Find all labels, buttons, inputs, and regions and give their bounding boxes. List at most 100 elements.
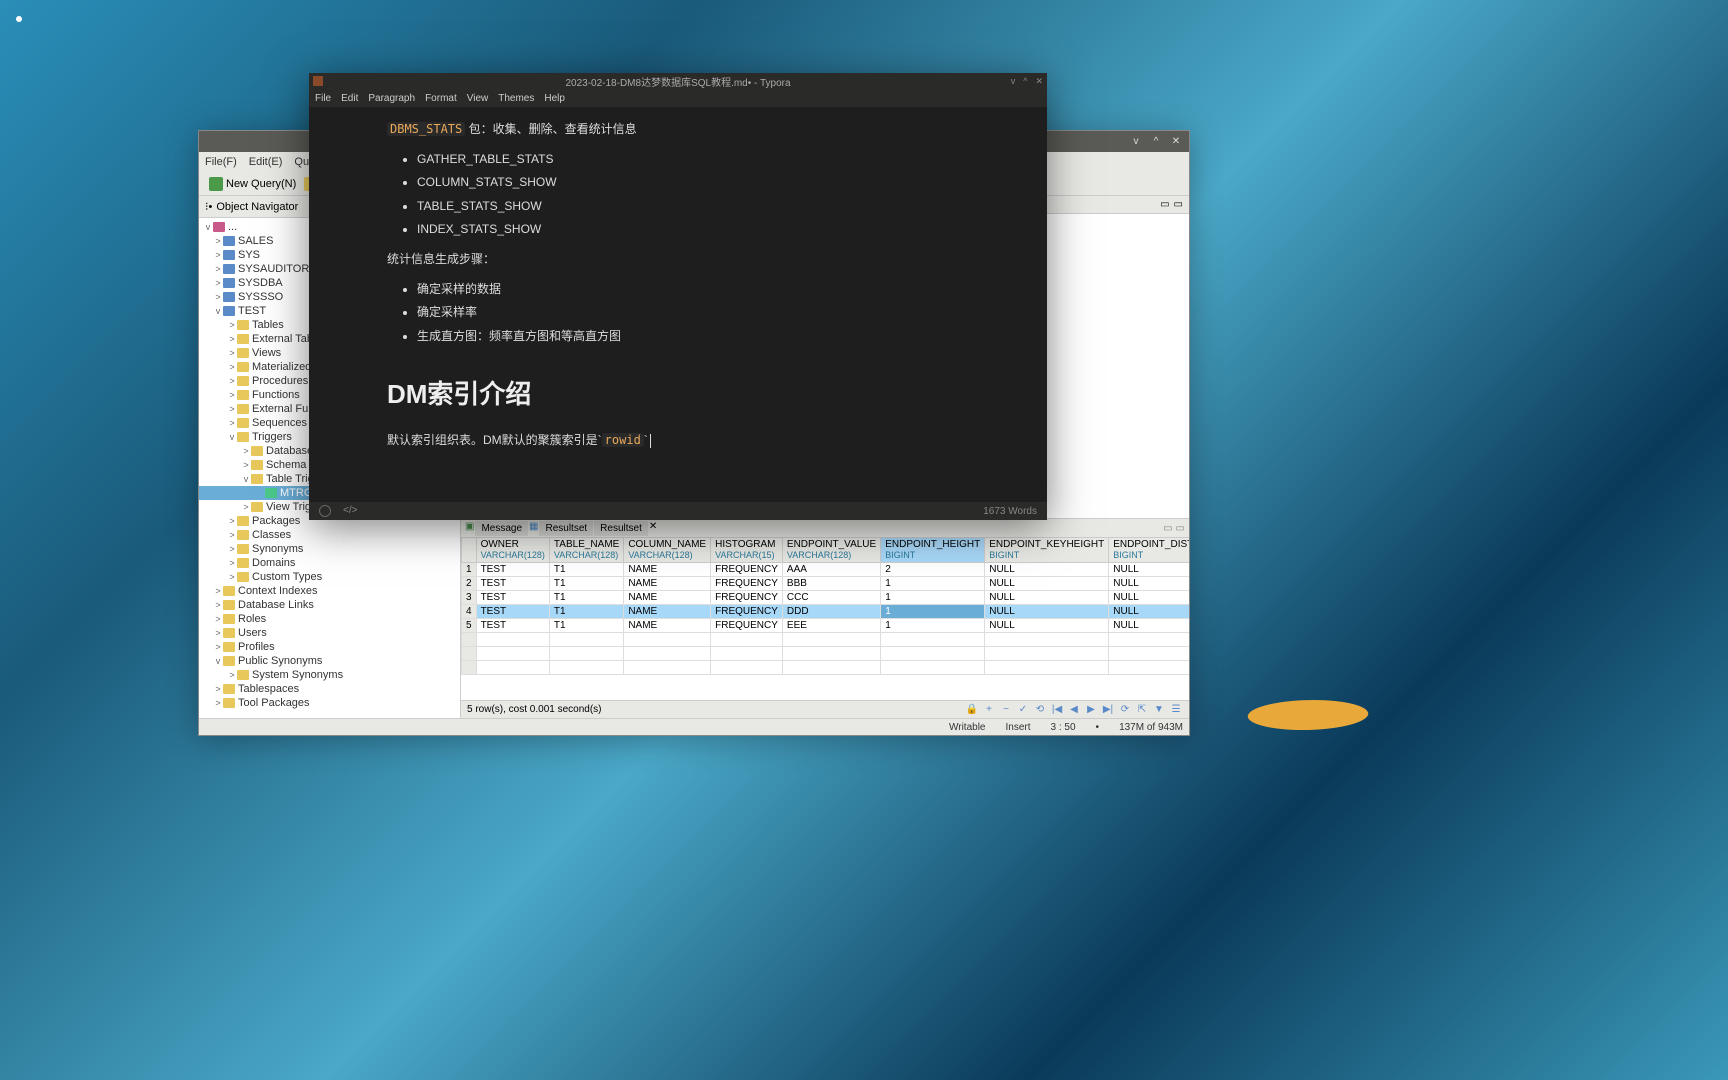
- body-p2: 统计信息生成步骤：: [387, 249, 969, 271]
- list-item: COLUMN_STATS_SHOW: [417, 172, 969, 194]
- tree-item[interactable]: vPublic Synonyms: [199, 654, 460, 668]
- source-mode-icon[interactable]: </>: [343, 505, 357, 517]
- table-row[interactable]: 2TESTT1NAMEFREQUENCYBBB1NULLNULL: [462, 577, 1190, 591]
- results-panel: ▣ Message ▦ Resultset Resultset ✕ ▭ ▭ OW…: [461, 518, 1189, 718]
- results-footer: 5 row(s), cost 0.001 second(s) 🔒 + − ✓ ⟲…: [461, 700, 1189, 718]
- list-item: 确定采样率: [417, 302, 969, 324]
- table-row[interactable]: 4TESTT1NAMEFREQUENCYDDD1NULLNULL: [462, 605, 1190, 619]
- menu-paragraph[interactable]: Paragraph: [368, 93, 415, 104]
- word-count[interactable]: 1673 Words: [983, 506, 1037, 517]
- tree-item[interactable]: >Roles: [199, 612, 460, 626]
- typora-window: 2023-02-18-DM8达梦数据库SQL教程.md• - Typora v …: [309, 73, 1047, 520]
- last-icon[interactable]: ▶|: [1101, 703, 1115, 717]
- editor-area[interactable]: DBMS_STATS 包：收集、删除、查看统计信息 GATHER_TABLE_S…: [309, 107, 1047, 502]
- panel-minimize-icon[interactable]: ▭: [1163, 523, 1172, 534]
- body-line-1: DBMS_STATS 包：收集、删除、查看统计信息: [387, 119, 969, 141]
- status-dot: •: [1096, 722, 1100, 733]
- tab-resultset-2[interactable]: Resultset: [594, 521, 648, 536]
- menu-edit[interactable]: Edit: [341, 93, 358, 104]
- settings-icon[interactable]: ☰: [1169, 703, 1183, 717]
- tree-item[interactable]: >Classes: [199, 528, 460, 542]
- restore-icon[interactable]: ▭: [1160, 199, 1169, 210]
- list-item: INDEX_STATS_SHOW: [417, 219, 969, 241]
- commit-icon[interactable]: ✓: [1016, 703, 1030, 717]
- lock-icon[interactable]: 🔒: [965, 703, 979, 717]
- status-writable: Writable: [949, 722, 986, 733]
- minimize-icon[interactable]: v: [1129, 135, 1143, 149]
- close-icon[interactable]: ✕: [1169, 135, 1183, 149]
- body-h2: DM索引介绍: [387, 371, 969, 418]
- tree-item[interactable]: >Profiles: [199, 640, 460, 654]
- desktop-accent: [1243, 700, 1374, 730]
- add-row-icon[interactable]: +: [982, 703, 996, 717]
- outline-toggle-icon[interactable]: [319, 505, 331, 517]
- list-item: 确定采样的数据: [417, 279, 969, 301]
- body-line-1-text: 包：收集、删除、查看统计信息: [465, 122, 636, 136]
- panel-maximize-icon[interactable]: ▭: [1176, 523, 1185, 534]
- code-rowid: rowid: [602, 433, 644, 447]
- tree-item[interactable]: >Users: [199, 626, 460, 640]
- prev-icon[interactable]: ◀: [1067, 703, 1081, 717]
- menu-file[interactable]: File: [315, 93, 331, 104]
- tree-item[interactable]: >System Synonyms: [199, 668, 460, 682]
- minimize-icon[interactable]: v: [1011, 76, 1016, 87]
- tree-item[interactable]: >Context Indexes: [199, 584, 460, 598]
- tree-item[interactable]: >Tool Packages: [199, 696, 460, 710]
- menu-edit[interactable]: Edit(E): [249, 156, 283, 168]
- list-item: 生成直方图：频率直方图和等高直方图: [417, 326, 969, 348]
- dbm-statusbar: Writable Insert 3 : 50 • 137M of 943M: [199, 718, 1189, 735]
- table-row[interactable]: 1TESTT1NAMEFREQUENCYAAA2NULLNULL: [462, 563, 1190, 577]
- filter-icon[interactable]: ▼: [1152, 703, 1166, 717]
- menu-help[interactable]: Help: [544, 93, 565, 104]
- body-p3: 默认索引组织表。DM默认的聚簇索引是`rowid`: [387, 430, 969, 452]
- results-toolbar: 🔒 + − ✓ ⟲ |◀ ◀ ▶ ▶| ⟳ ⇱ ▼ ☰: [965, 703, 1183, 717]
- first-icon[interactable]: |◀: [1050, 703, 1064, 717]
- new-query-button[interactable]: New Query(N): [205, 175, 300, 193]
- nav-title: Object Navigator: [216, 201, 298, 213]
- list-item: TABLE_STATS_SHOW: [417, 196, 969, 218]
- maximize-icon[interactable]: ^: [1023, 76, 1027, 87]
- close-icon[interactable]: ✕: [1035, 76, 1043, 87]
- menu-themes[interactable]: Themes: [498, 93, 534, 104]
- tree-item[interactable]: >Synonyms: [199, 542, 460, 556]
- tab-message[interactable]: Message: [475, 521, 528, 536]
- typora-footer: </> 1673 Words: [309, 502, 1047, 520]
- refresh-icon[interactable]: ⟳: [1118, 703, 1132, 717]
- body-list-2: 确定采样的数据确定采样率生成直方图：频率直方图和等高直方图: [387, 279, 969, 348]
- menu-format[interactable]: Format: [425, 93, 457, 104]
- typora-menubar: File Edit Paragraph Format View Themes H…: [309, 89, 1047, 107]
- tree-item[interactable]: >Tablespaces: [199, 682, 460, 696]
- results-summary: 5 row(s), cost 0.001 second(s): [467, 704, 602, 715]
- status-pos: 3 : 50: [1051, 722, 1076, 733]
- export-icon[interactable]: ⇱: [1135, 703, 1149, 717]
- typora-titlebar[interactable]: 2023-02-18-DM8达梦数据库SQL教程.md• - Typora v …: [309, 73, 1047, 89]
- desktop-indicator: [16, 16, 22, 22]
- results-tabbar: ▣ Message ▦ Resultset Resultset ✕ ▭ ▭: [461, 519, 1189, 537]
- results-grid[interactable]: OWNERVARCHAR(128)TABLE_NAMEVARCHAR(128)C…: [461, 537, 1189, 700]
- tab-message-icon: ▣: [465, 521, 474, 536]
- editor-close-icon[interactable]: ▭: [1174, 199, 1183, 210]
- rollback-icon[interactable]: ⟲: [1033, 703, 1047, 717]
- delete-row-icon[interactable]: −: [999, 703, 1013, 717]
- list-item: GATHER_TABLE_STATS: [417, 149, 969, 171]
- next-icon[interactable]: ▶: [1084, 703, 1098, 717]
- menu-view[interactable]: View: [467, 93, 489, 104]
- typora-title: 2023-02-18-DM8达梦数据库SQL教程.md• - Typora: [565, 74, 790, 89]
- typora-app-icon: [313, 76, 323, 86]
- tree-item[interactable]: >Custom Types: [199, 570, 460, 584]
- menu-file[interactable]: File(F): [205, 156, 237, 168]
- tree-item[interactable]: >Domains: [199, 556, 460, 570]
- tab-rs-icon: ▦: [529, 521, 538, 536]
- tab-close-icon[interactable]: ✕: [649, 521, 657, 536]
- text-cursor: [650, 434, 651, 448]
- tree-item[interactable]: >Database Links: [199, 598, 460, 612]
- body-list-1: GATHER_TABLE_STATSCOLUMN_STATS_SHOWTABLE…: [387, 149, 969, 241]
- status-mode: Insert: [1006, 722, 1031, 733]
- code-dbms-stats: DBMS_STATS: [387, 122, 465, 136]
- tab-resultset-1[interactable]: Resultset: [539, 521, 593, 536]
- table-row[interactable]: 5TESTT1NAMEFREQUENCYEEE1NULLNULL: [462, 619, 1190, 633]
- tree-tab-icon: ⁝•: [205, 200, 212, 213]
- maximize-icon[interactable]: ^: [1149, 135, 1163, 149]
- newquery-icon: [209, 177, 223, 191]
- table-row[interactable]: 3TESTT1NAMEFREQUENCYCCC1NULLNULL: [462, 591, 1190, 605]
